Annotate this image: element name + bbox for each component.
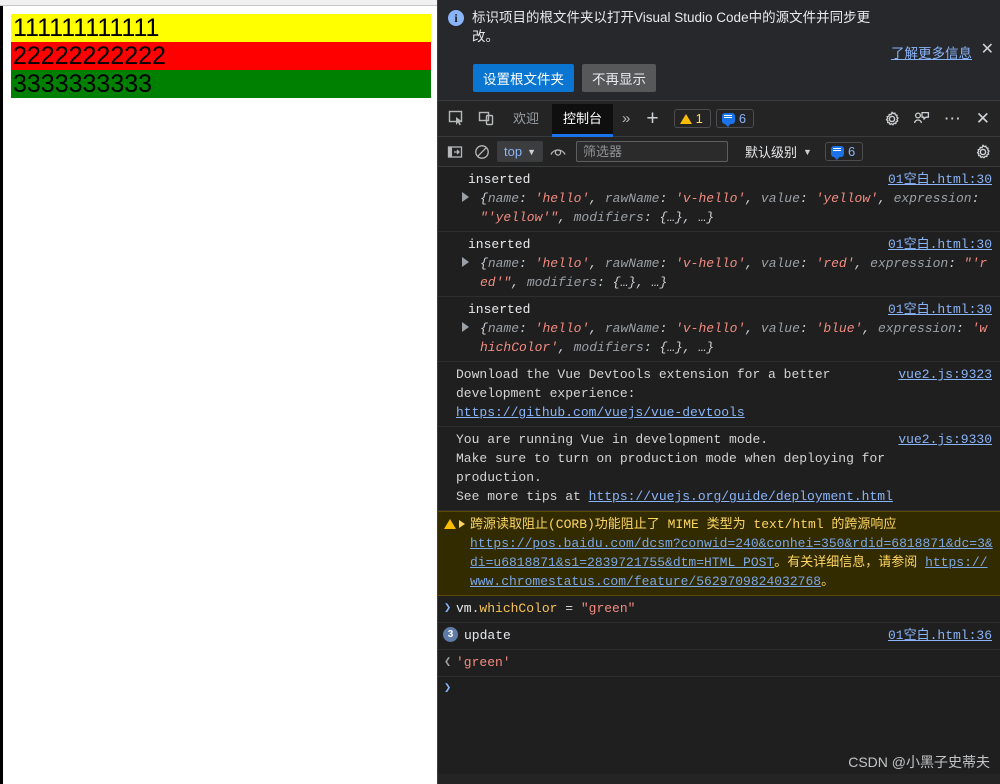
info-icon: i	[448, 10, 464, 26]
console-message-row[interactable]: vue2.js:9323 Download the Vue Devtools e…	[438, 362, 1000, 427]
corb-warning-body: https://pos.baidu.com/dcsm?conwid=240&co…	[456, 534, 994, 591]
input-chevron-icon: ❯	[444, 601, 452, 615]
deployment-guide-link[interactable]: https://vuejs.org/guide/deployment.html	[589, 489, 893, 504]
expand-arrow-icon[interactable]	[462, 257, 469, 267]
console-message-row[interactable]: 01空白.html:30 inserted {name: 'hello', ra…	[438, 167, 1000, 232]
close-devtools-icon[interactable]: ✕	[970, 110, 996, 127]
devtools-tip-line2: development experience:	[456, 386, 636, 401]
source-link[interactable]: 01空白.html:30	[888, 235, 992, 254]
filterbar-info-count: 6	[847, 144, 856, 159]
console-input-echo-row[interactable]: ❯ vm.whichColor = "green"	[438, 596, 1000, 623]
chevron-down-icon: ▼	[803, 146, 812, 157]
echo-value: "green"	[580, 601, 636, 616]
dev-mode-line3: production.	[456, 470, 542, 485]
infobar-message: 标识项目的根文件夹以打开Visual Studio Code中的源文件并同步更改…	[472, 10, 871, 44]
issue-badges: 1 6	[673, 109, 755, 128]
dev-mode-line2: Make sure to turn on production mode whe…	[456, 451, 886, 466]
log-level-selector[interactable]: 默认级别 ▼	[745, 142, 812, 161]
expand-arrow-icon[interactable]	[462, 192, 469, 202]
more-tabs-icon[interactable]: »	[615, 110, 637, 127]
more-options-icon[interactable]: ⋯	[938, 110, 968, 127]
log-level-label: 默认级别	[745, 145, 798, 160]
devtools-tabbar: 欢迎 控制台 » + 1 6 ⋯ ✕	[438, 101, 1000, 137]
console-message-row[interactable]: 01空白.html:30 inserted {name: 'hello', ra…	[438, 232, 1000, 297]
tab-welcome[interactable]: 欢迎	[502, 104, 550, 134]
info-bubble-icon	[830, 146, 844, 160]
console-message-label: update	[464, 628, 511, 643]
echo-operator: =	[557, 601, 581, 616]
inspect-element-icon[interactable]	[442, 105, 470, 133]
source-link[interactable]: vue2.js:9323	[898, 365, 992, 384]
prompt-chevron-icon: ❯	[444, 681, 452, 695]
workspace-infobar: i 标识项目的根文件夹以打开Visual Studio Code中的源文件并同步…	[438, 0, 1000, 101]
warning-count-badge[interactable]: 1	[673, 109, 711, 128]
info-count-badge[interactable]: 6	[715, 109, 755, 128]
output-chevron-icon: ❮	[444, 655, 452, 669]
dont-show-again-button[interactable]: 不再显示	[582, 64, 656, 92]
corb-warning-middle: 。有关详细信息，请参阅	[774, 555, 926, 570]
chevron-down-icon: ▼	[527, 146, 536, 157]
console-result-row[interactable]: ❮ 'green'	[438, 650, 1000, 677]
source-link[interactable]: 01空白.html:30	[888, 170, 992, 189]
color-bars-list: 111111111111 22222222222 3333333333	[11, 14, 431, 98]
vue-devtools-link[interactable]: https://github.com/vuejs/vue-devtools	[456, 403, 994, 422]
live-expression-icon[interactable]	[546, 140, 570, 164]
set-root-folder-button[interactable]: 设置根文件夹	[473, 64, 574, 92]
infobar-button-group: 设置根文件夹 不再显示	[473, 64, 656, 92]
console-filterbar: top ▼ 默认级别 ▼ 6	[438, 137, 1000, 167]
source-link[interactable]: 01空白.html:36	[888, 626, 992, 645]
filterbar-info-badge[interactable]: 6	[824, 142, 864, 161]
add-tab-icon[interactable]: +	[639, 108, 665, 129]
gear-icon[interactable]	[878, 105, 906, 133]
feedback-icon[interactable]	[908, 105, 936, 133]
console-result-value: 'green'	[456, 655, 511, 670]
echo-property: whichColor	[479, 601, 558, 616]
gear-icon[interactable]	[971, 140, 995, 164]
corb-warning-after: 。	[821, 574, 835, 589]
execution-context-selector[interactable]: top ▼	[497, 141, 543, 162]
clear-console-icon[interactable]	[470, 140, 494, 164]
warning-triangle-icon	[444, 519, 456, 529]
close-icon[interactable]: ✕	[981, 42, 994, 58]
repeat-count-badge: 3	[443, 627, 458, 642]
page-viewport: 111111111111 22222222222 3333333333	[0, 6, 437, 784]
color-bar-1: 111111111111	[11, 14, 431, 42]
console-object-preview: {name: 'hello', rawName: 'v-hello', valu…	[480, 191, 980, 225]
corb-warning-text: 跨源读取阻止(CORB)功能阻止了 MIME 类型为 text/html 的跨源…	[470, 517, 897, 532]
console-sidebar-icon[interactable]	[443, 140, 467, 164]
dev-mode-line4-prefix: See more tips at	[456, 489, 589, 504]
color-bar-3: 3333333333	[11, 70, 431, 98]
execution-context-label: top	[504, 144, 523, 159]
console-prompt[interactable]: ❯	[438, 677, 1000, 699]
color-bar-2: 22222222222	[11, 42, 431, 70]
browser-page-pane: 111111111111 22222222222 3333333333	[0, 0, 437, 784]
device-toolbar-icon[interactable]	[472, 105, 500, 133]
console-message-list[interactable]: 01空白.html:30 inserted {name: 'hello', ra…	[438, 167, 1000, 774]
echo-object: vm	[456, 601, 472, 616]
source-link[interactable]: vue2.js:9330	[898, 430, 992, 449]
filter-input[interactable]	[576, 141, 728, 162]
console-message-row[interactable]: 3 01空白.html:36 update	[438, 623, 1000, 650]
console-object-preview: {name: 'hello', rawName: 'v-hello', valu…	[480, 321, 988, 355]
console-object-preview: {name: 'hello', rawName: 'v-hello', valu…	[480, 256, 988, 290]
warning-triangle-icon	[679, 113, 692, 124]
console-warning-row[interactable]: 跨源读取阻止(CORB)功能阻止了 MIME 类型为 text/html 的跨源…	[438, 511, 1000, 596]
source-link[interactable]: 01空白.html:30	[888, 300, 992, 319]
learn-more-link[interactable]: 了解更多信息	[891, 42, 972, 62]
devtools-panel: i 标识项目的根文件夹以打开Visual Studio Code中的源文件并同步…	[437, 0, 1000, 784]
tab-console[interactable]: 控制台	[552, 103, 614, 137]
console-message-row[interactable]: vue2.js:9330 You are running Vue in deve…	[438, 427, 1000, 511]
warning-count-label: 1	[695, 111, 703, 126]
screenshot-root: 111111111111 22222222222 3333333333 i 标识…	[0, 0, 1000, 784]
info-bubble-icon	[721, 113, 735, 127]
expand-arrow-icon[interactable]	[462, 322, 469, 332]
expand-arrow-icon[interactable]	[459, 520, 465, 529]
dev-mode-line4: See more tips at https://vuejs.org/guide…	[456, 487, 994, 506]
console-message-row[interactable]: 01空白.html:30 inserted {name: 'hello', ra…	[438, 297, 1000, 362]
info-count-label: 6	[738, 111, 747, 126]
